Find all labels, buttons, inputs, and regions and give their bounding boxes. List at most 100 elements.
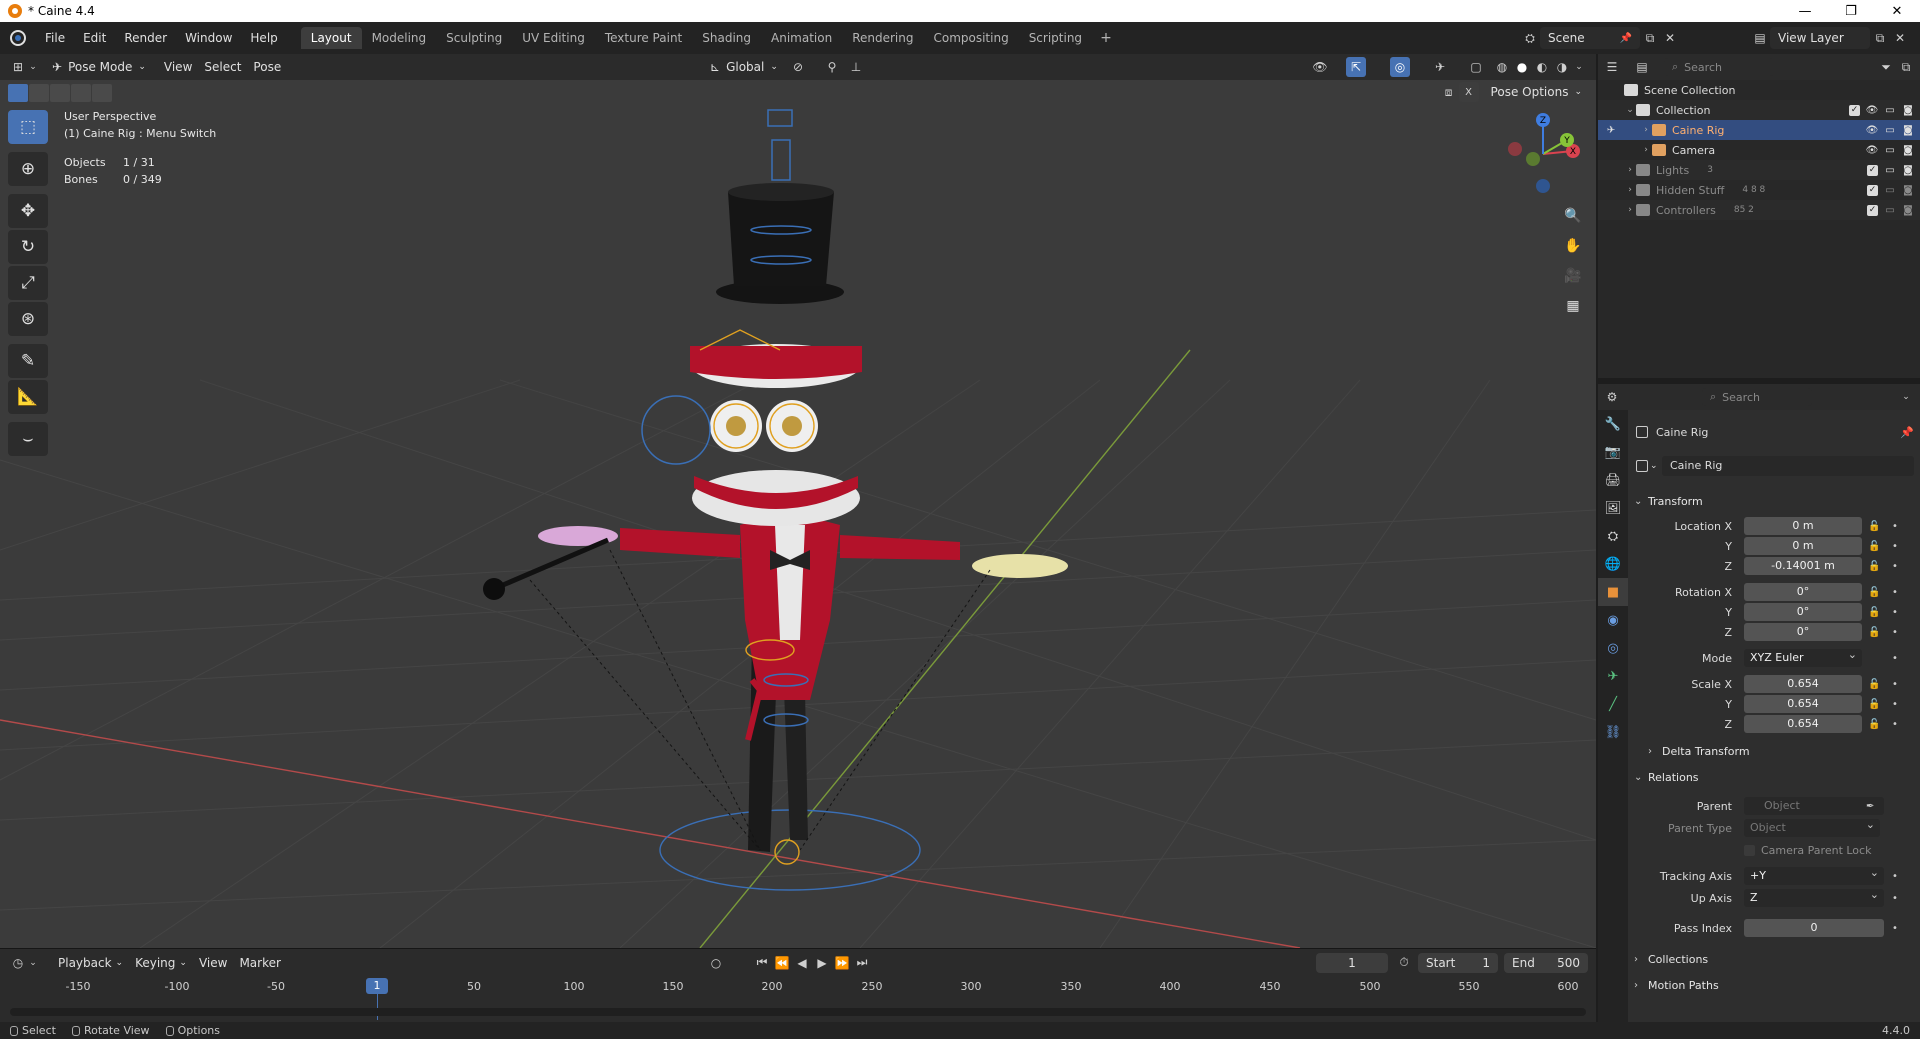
- tab-modeling[interactable]: Modeling: [362, 27, 437, 49]
- cursor-tool-icon[interactable]: ⊕: [8, 152, 48, 186]
- camera-icon[interactable]: ◙: [1902, 164, 1914, 176]
- 3d-viewport[interactable]: ⬚ ⊕ ✥ ↻ ⤢ ⊛ ✎ 📐 ⌣ User Perspective (1) C…: [0, 80, 1596, 948]
- select-invert-icon[interactable]: [71, 84, 91, 102]
- rotate-tool-icon[interactable]: ↻: [8, 230, 48, 264]
- collections-panel-header[interactable]: › Collections: [1634, 948, 1916, 970]
- motion-paths-panel-header[interactable]: › Motion Paths: [1634, 974, 1916, 996]
- bone-tab-icon[interactable]: ╱: [1598, 690, 1628, 718]
- chevron-right-icon[interactable]: ›: [1624, 165, 1636, 175]
- physics-tab-icon[interactable]: ◎: [1598, 634, 1628, 662]
- eyedropper-icon[interactable]: ✒: [1866, 801, 1874, 812]
- jump-end-icon[interactable]: ⏭: [852, 953, 872, 973]
- menu-marker[interactable]: Marker: [233, 953, 286, 973]
- parent-field[interactable]: Object: [1744, 797, 1884, 815]
- tracking-axis-dropdown[interactable]: +Y: [1744, 864, 1884, 885]
- location-y-field[interactable]: 0 m: [1744, 537, 1862, 555]
- eye-icon[interactable]: 👁: [1866, 144, 1879, 156]
- chevron-right-icon[interactable]: ›: [1640, 125, 1652, 135]
- shading-solid-icon[interactable]: ●: [1512, 57, 1532, 77]
- object-tab-icon[interactable]: ■: [1598, 578, 1628, 606]
- up-axis-dropdown[interactable]: Z: [1744, 886, 1884, 907]
- chevron-down-icon[interactable]: ⌄: [1896, 387, 1916, 407]
- outliner-item-hidden-stuff[interactable]: › Hidden Stuff 4 8 8 ✓ ▭ ◙: [1598, 180, 1920, 200]
- monitor-icon[interactable]: ▭: [1884, 104, 1896, 116]
- pose-options-dropdown[interactable]: Pose Options ⌄: [1485, 82, 1588, 102]
- select-new-icon[interactable]: [8, 84, 28, 102]
- exclude-checkbox[interactable]: ✓: [1849, 104, 1860, 116]
- output-tab-icon[interactable]: 🖨: [1598, 466, 1628, 494]
- editor-type-icon[interactable]: ⊞: [8, 57, 28, 77]
- navigation-gizmo[interactable]: X Y Z: [1503, 106, 1583, 196]
- monitor-icon[interactable]: ▭: [1884, 144, 1896, 156]
- select-extend-icon[interactable]: [29, 84, 49, 102]
- delta-transform-panel-header[interactable]: › Delta Transform: [1648, 740, 1920, 762]
- menu-keying[interactable]: Keying ⌄: [129, 953, 193, 973]
- transform-orientation-selector[interactable]: ⊾ Global ⌄: [704, 57, 784, 77]
- bone-overlay-icon[interactable]: ✈: [1430, 57, 1450, 77]
- play-reverse-icon[interactable]: ◀: [792, 953, 812, 973]
- gizmo-toggle-icon[interactable]: ⇱: [1346, 57, 1366, 77]
- x-mirror-icon[interactable]: X: [1458, 82, 1479, 102]
- monitor-icon[interactable]: ▭: [1884, 184, 1896, 196]
- keyframe-dot-icon[interactable]: •: [1892, 521, 1898, 532]
- outliner-item-caine-rig[interactable]: ✈ › Caine Rig 👁 ▭ ◙: [1598, 120, 1920, 140]
- tab-sculpting[interactable]: Sculpting: [436, 27, 512, 49]
- lock-icon[interactable]: 🔓: [1868, 719, 1880, 730]
- scene-icon[interactable]: ⛭: [1520, 28, 1540, 48]
- lock-icon[interactable]: 🔓: [1868, 679, 1880, 690]
- menu-pose[interactable]: Pose: [247, 57, 287, 77]
- chevron-down-icon[interactable]: ⌄: [1624, 105, 1636, 115]
- start-frame-field[interactable]: Start 1: [1418, 952, 1498, 973]
- location-z-field[interactable]: -0.14001 m: [1744, 557, 1862, 575]
- delete-view-layer-icon[interactable]: ✕: [1890, 28, 1910, 48]
- camera-icon[interactable]: ◙: [1902, 184, 1914, 196]
- exclude-checkbox[interactable]: ✓: [1867, 204, 1878, 216]
- transform-tool-icon[interactable]: ⊛: [8, 302, 48, 336]
- menu-view[interactable]: View: [158, 57, 198, 77]
- auto-keying-icon[interactable]: ○: [706, 953, 726, 973]
- keyframe-dot-icon[interactable]: •: [1892, 627, 1898, 638]
- move-tool-icon[interactable]: ✥: [8, 194, 48, 228]
- camera-icon[interactable]: ◙: [1902, 124, 1914, 136]
- blender-logo-icon[interactable]: [10, 30, 26, 46]
- chevron-right-icon[interactable]: ›: [1624, 205, 1636, 215]
- outliner-editor-icon[interactable]: ☰: [1602, 57, 1622, 77]
- tab-scripting[interactable]: Scripting: [1019, 27, 1092, 49]
- outliner-item-lights[interactable]: › Lights 3 ✓ ▭ ◙: [1598, 160, 1920, 180]
- lock-icon[interactable]: 🔓: [1868, 699, 1880, 710]
- outliner-item-collection[interactable]: ⌄ Collection ✓ 👁 ▭ ◙: [1598, 100, 1920, 120]
- jump-keyframe-forward-icon[interactable]: ⏩: [832, 953, 852, 973]
- lock-icon[interactable]: 🔓: [1868, 561, 1880, 572]
- outliner-item-camera[interactable]: › Camera 👁 ▭ ◙: [1598, 140, 1920, 160]
- parent-type-dropdown[interactable]: Object: [1744, 816, 1880, 837]
- keyframe-dot-icon[interactable]: •: [1892, 871, 1898, 882]
- menu-timeline-view[interactable]: View: [193, 953, 233, 973]
- snap-target-icon[interactable]: ⊥: [846, 57, 866, 77]
- keyframe-dot-icon[interactable]: •: [1892, 923, 1898, 934]
- maximize-button[interactable]: ❐: [1828, 0, 1874, 22]
- pin-icon[interactable]: 📌: [1620, 33, 1632, 44]
- data-tab-icon[interactable]: ✈: [1598, 662, 1628, 690]
- camera-view-icon[interactable]: 🎥: [1561, 264, 1585, 288]
- camera-icon[interactable]: ◙: [1902, 104, 1914, 116]
- tab-compositing[interactable]: Compositing: [923, 27, 1018, 49]
- overlay-toggle-icon[interactable]: ◎: [1390, 57, 1410, 77]
- xray-toggle-icon[interactable]: ▢: [1466, 57, 1486, 77]
- minimize-button[interactable]: —: [1782, 0, 1828, 22]
- chevron-down-icon[interactable]: ⌄: [1572, 57, 1586, 77]
- select-subtract-icon[interactable]: [50, 84, 70, 102]
- filter-icon[interactable]: ⏷: [1876, 57, 1896, 77]
- menu-playback[interactable]: Playback ⌄: [52, 953, 129, 973]
- lock-icon[interactable]: 🔓: [1868, 521, 1880, 532]
- view-layer-selector[interactable]: View Layer: [1770, 27, 1870, 49]
- new-view-layer-icon[interactable]: ⧉: [1870, 28, 1890, 48]
- scale-x-field[interactable]: 0.654: [1744, 675, 1862, 693]
- timeline-area[interactable]: -150 -100 -50 50 100 150 200 250 300 350…: [0, 976, 1596, 1022]
- lock-icon[interactable]: 🔓: [1868, 541, 1880, 552]
- monitor-icon[interactable]: ▭: [1884, 164, 1896, 176]
- jump-keyframe-back-icon[interactable]: ⏪: [772, 953, 792, 973]
- keyframe-dot-icon[interactable]: •: [1892, 719, 1898, 730]
- render-tab-icon[interactable]: 📷: [1598, 438, 1628, 466]
- scale-z-field[interactable]: 0.654: [1744, 715, 1862, 733]
- keyframe-dot-icon[interactable]: •: [1892, 541, 1898, 552]
